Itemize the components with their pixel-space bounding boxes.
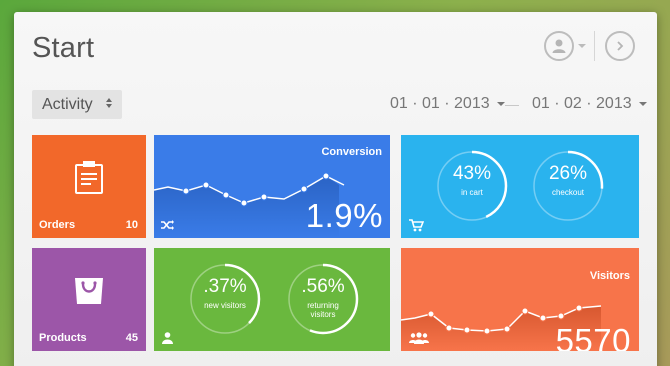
dashboard-panel: Start Activity 01 · 01 · 2013 01 · 02 · … [14,12,657,366]
arrow-right-icon [617,41,624,51]
products-label: Products [39,332,87,344]
person-icon [162,332,173,344]
users-icon [409,332,429,344]
orders-label: Orders [39,219,76,231]
date-to-picker[interactable]: 01 · 02 · 2013 [532,95,647,113]
visitors-split-tile[interactable]: .37% new visitors .56% returning visitor… [154,248,390,351]
date-range-separator [505,105,519,106]
new-visitors-progress [189,263,261,335]
returning-visitors-label-line2: visitors [310,310,336,319]
user-menu-button[interactable] [544,31,574,61]
checkout-progress [532,150,604,222]
chevron-down-icon [496,102,505,106]
page-title: Start [32,32,95,64]
in-cart-ring: 43% in cart [435,149,509,223]
checkout-value: 26% [548,163,588,184]
shopping-bag-icon [75,278,103,304]
visitors-tile[interactable]: Visitors 5570 [401,248,639,351]
new-visitors-label: new visitors [204,301,246,310]
orders-tile[interactable]: Orders 10 [32,135,146,238]
returning-visitors-ring: .56% returning visitors [286,262,360,336]
select-arrows-icon [106,98,112,108]
conversion-tile[interactable]: Conversion 1.9% [154,135,390,238]
date-to-value: 01 · 02 · 2013 [532,95,632,112]
returning-visitors-label: returning visitors [286,301,360,319]
new-visitors-value: .37% [203,276,247,297]
products-tile[interactable]: Products 45 [32,248,146,351]
products-count: 45 [125,332,138,344]
shuffle-icon [161,220,174,230]
chevron-down-icon[interactable] [578,44,586,48]
visitors-value: 5570 [555,322,631,351]
cart-tile[interactable]: 43% in cart 26% checkout [401,135,639,238]
date-from-value: 01 · 01 · 2013 [390,95,490,112]
orders-count: 10 [125,219,138,231]
divider [594,31,595,61]
header-actions [544,31,635,61]
chevron-down-icon [638,102,647,106]
conversion-label: Conversion [321,146,382,158]
cart-icon [409,219,424,232]
activity-select[interactable]: Activity [32,90,122,119]
activity-select-value: Activity [42,95,93,113]
new-visitors-ring: .37% new visitors [188,262,262,336]
visitors-label: Visitors [589,270,630,282]
checkout-label: checkout [551,188,585,197]
returning-visitors-progress [287,263,359,335]
returning-visitors-label-line1: returning [307,301,339,310]
in-cart-label: in cart [461,188,483,197]
forward-button[interactable] [605,31,635,61]
in-cart-progress [436,150,508,222]
conversion-value: 1.9% [305,197,383,234]
in-cart-value: 43% [452,163,492,184]
date-from-picker[interactable]: 01 · 01 · 2013 [390,95,505,113]
returning-visitors-value: .56% [301,276,345,297]
user-icon [552,39,566,53]
clipboard-icon [75,161,103,194]
checkout-ring: 26% checkout [531,149,605,223]
